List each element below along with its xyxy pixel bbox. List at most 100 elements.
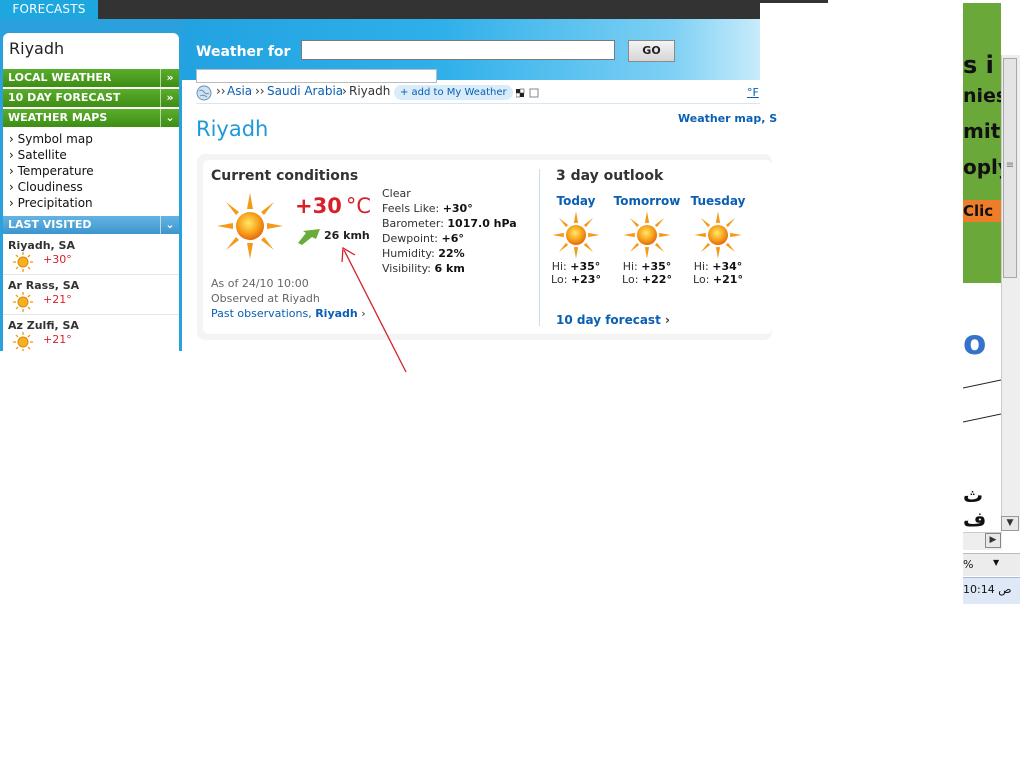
outlook-day: Today Hi: +35° Lo: +23° — [546, 194, 606, 286]
advertisement[interactable]: s i nies mit oply Clic — [963, 3, 1001, 283]
condition-text: Clear — [382, 187, 411, 200]
outlook-day: Tomorrow Hi: +35° Lo: +22° — [613, 194, 681, 286]
lo-value: +22° — [641, 273, 672, 286]
temp-value: +30 — [295, 194, 342, 218]
sidebar-city-title: Riyadh — [9, 39, 65, 58]
bullet-icon: › — [9, 196, 14, 210]
day-name[interactable]: Tomorrow — [613, 194, 681, 208]
scroll-right-button[interactable]: ▶ — [985, 533, 1001, 548]
divider — [196, 103, 760, 104]
sun-icon — [13, 252, 33, 272]
system-clock: 10:14 ص — [963, 583, 1012, 596]
sidebar: Riyadh LOCAL WEATHER » 10 DAY FORECAST »… — [3, 33, 179, 351]
chevron-down-icon: ⌄ — [160, 216, 179, 234]
detail-value: 22% — [438, 247, 465, 260]
sun-icon — [623, 211, 671, 259]
barometer: Barometer: 1017.0 hPa — [382, 217, 517, 230]
temp-unit: °C — [345, 194, 371, 218]
top-nav-bar — [0, 0, 760, 19]
chevron-down-icon: ▼ — [993, 558, 1000, 567]
advertisement-2[interactable]: o ث ف — [963, 283, 1001, 533]
breadcrumb-city: Riyadh — [349, 84, 391, 98]
grip-icon: ≡ — [1005, 160, 1015, 171]
last-visited-item[interactable]: Az Zulfi, SA +21° — [3, 316, 179, 351]
sidebar-item-10-day-forecast[interactable]: 10 DAY FORECAST » — [3, 89, 179, 107]
day-name[interactable]: Tuesday — [688, 194, 748, 208]
zoom-level: % — [963, 558, 974, 571]
view-toggle-icon[interactable] — [516, 87, 540, 99]
last-visited-item[interactable]: Riyadh, SA +30° — [3, 236, 179, 275]
bullet-icon: › — [9, 148, 14, 162]
outlook-heading: 3 day outlook — [556, 168, 664, 184]
hi-label: Hi: — [622, 260, 638, 273]
detail-value: +6° — [441, 232, 464, 245]
hi-value: +34° — [712, 260, 743, 273]
ad-button[interactable]: Clic — [963, 200, 1001, 222]
current-conditions-heading: Current conditions — [211, 168, 359, 184]
sidebar-item-label: 10 DAY FORECAST — [8, 91, 121, 104]
lo-label: Lo: — [622, 273, 639, 286]
sidebar-link-temperature[interactable]: › Temperature — [9, 164, 94, 178]
go-button[interactable]: GO — [628, 40, 675, 62]
sun-icon — [13, 332, 33, 351]
ad-line: s i — [963, 51, 994, 79]
breadcrumb-sep: ›› — [255, 84, 265, 98]
sidebar-item-label: WEATHER MAPS — [8, 111, 108, 124]
ten-day-forecast-link[interactable]: 10 day forecast › — [556, 313, 670, 327]
panel-divider — [539, 169, 540, 326]
last-visited-name: Az Zulfi, SA — [8, 319, 79, 332]
sun-icon — [13, 292, 33, 312]
bullet-icon: › — [9, 164, 14, 178]
weather-map-link[interactable]: Weather map, S — [678, 112, 777, 125]
last-visited-temp: +21° — [43, 293, 72, 306]
day-name[interactable]: Today — [546, 194, 606, 208]
detail-label: Barometer: — [382, 217, 444, 230]
chevron-right-icon: » — [160, 89, 179, 107]
ad-line: oply — [963, 155, 1001, 179]
sidebar-item-last-visited[interactable]: LAST VISITED ⌄ — [3, 216, 179, 234]
last-visited-temp: +21° — [43, 333, 72, 346]
detail-label: Feels Like: — [382, 202, 440, 215]
last-visited-name: Riyadh, SA — [8, 239, 75, 252]
sidebar-link-symbol-map[interactable]: › Symbol map — [9, 132, 93, 146]
current-temperature: +30 °C — [295, 194, 371, 218]
sidebar-item-local-weather[interactable]: LOCAL WEATHER » — [3, 69, 179, 87]
autocomplete-dropdown[interactable] — [196, 69, 437, 83]
day-high: Hi: +34° — [688, 260, 748, 273]
sun-icon — [694, 211, 742, 259]
bullet-icon: › — [9, 180, 14, 194]
lo-value: +23° — [570, 273, 601, 286]
link-label: Cloudiness — [17, 180, 83, 194]
add-to-my-weather-button[interactable]: + add to My Weather — [394, 85, 513, 100]
sidebar-link-precipitation[interactable]: › Precipitation — [9, 196, 93, 210]
sidebar-link-satellite[interactable]: › Satellite — [9, 148, 67, 162]
breadcrumb-country[interactable]: Saudi Arabia — [267, 84, 343, 98]
ad-line: nies — [963, 85, 1001, 107]
link-label: 10 day forecast — [556, 313, 661, 327]
day-low: Lo: +21° — [688, 273, 748, 286]
logo-fragment: o — [963, 323, 987, 363]
detail-value: 6 km — [434, 262, 465, 275]
detail-value: +30° — [442, 202, 473, 215]
lo-value: +21° — [712, 273, 743, 286]
decorative-lines-icon — [963, 379, 1001, 423]
zoom-control[interactable]: % ▼ — [963, 553, 1020, 576]
link-label: Past observations, — [211, 307, 312, 320]
sidebar-item-label: LAST VISITED — [8, 218, 92, 231]
sidebar-item-label: LOCAL WEATHER — [8, 71, 112, 84]
link-label: Symbol map — [17, 132, 93, 146]
feels-like: Feels Like: +30° — [382, 202, 473, 215]
sidebar-item-weather-maps[interactable]: WEATHER MAPS ⌄ — [3, 109, 179, 127]
unit-fahrenheit-link[interactable]: °F — [747, 86, 759, 99]
arabic-text-fragment: ث ف — [963, 483, 987, 531]
scroll-down-button[interactable]: ▼ — [1001, 516, 1019, 531]
link-label: Satellite — [17, 148, 67, 162]
sidebar-link-cloudiness[interactable]: › Cloudiness — [9, 180, 83, 194]
detail-value: 1017.0 hPa — [447, 217, 517, 230]
outlook-day: Tuesday Hi: +34° Lo: +21° — [688, 194, 748, 286]
last-visited-item[interactable]: Ar Rass, SA +21° — [3, 276, 179, 315]
breadcrumb-asia[interactable]: Asia — [227, 84, 252, 98]
ad-button-label: Clic — [963, 202, 994, 220]
search-input[interactable] — [301, 40, 615, 60]
tab-forecasts[interactable]: FORECASTS — [0, 0, 98, 19]
